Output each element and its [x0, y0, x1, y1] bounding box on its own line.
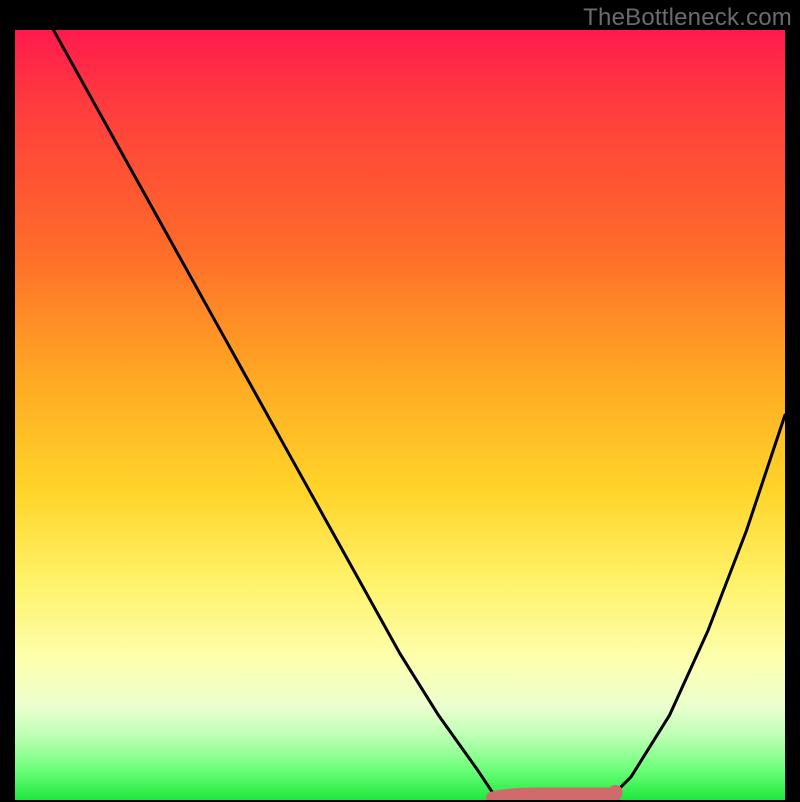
chart-frame — [15, 30, 785, 800]
watermark-text: TheBottleneck.com — [583, 4, 792, 32]
chart-svg — [15, 30, 785, 800]
optimal-range-marker — [492, 794, 615, 798]
bottleneck-curve — [54, 30, 786, 800]
optimal-point-marker — [609, 785, 623, 799]
